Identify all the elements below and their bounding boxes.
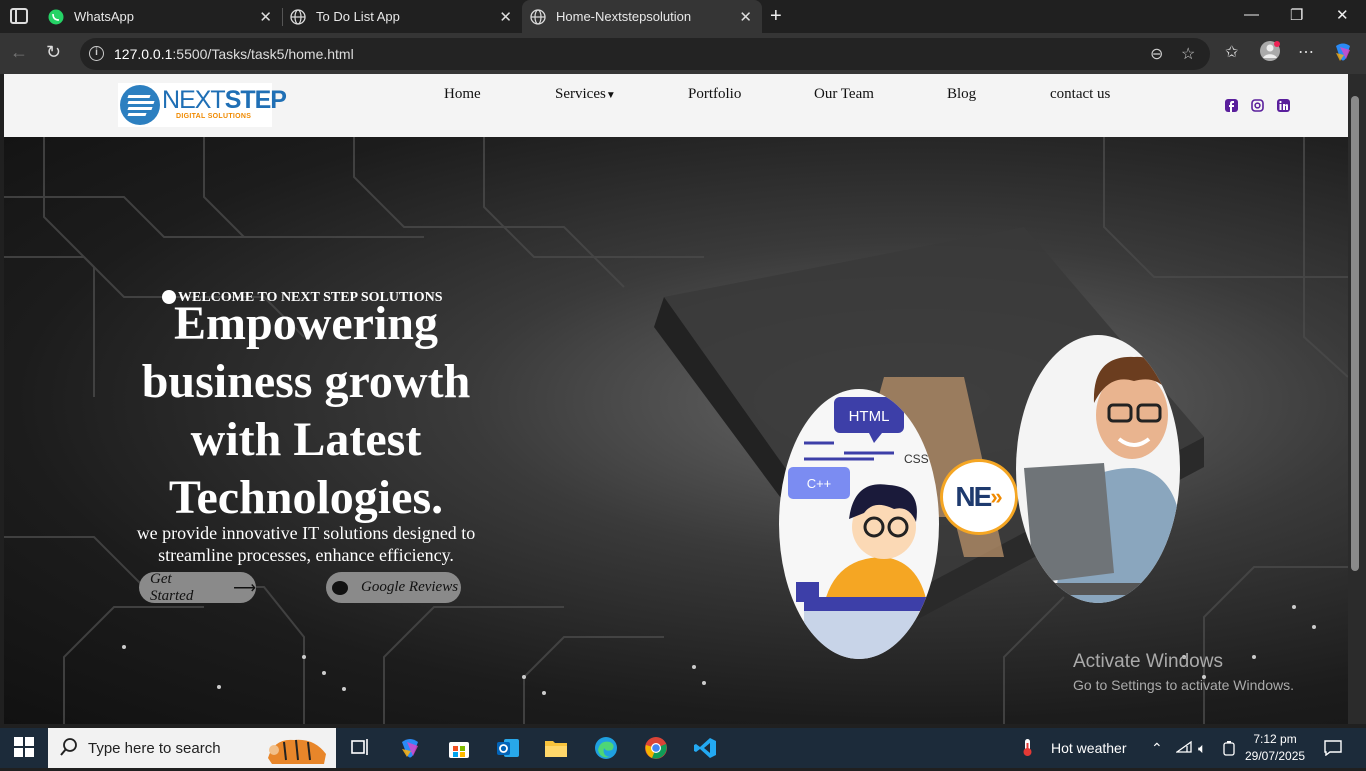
nav-contact-us[interactable]: contact us	[1050, 86, 1110, 103]
nav-blog[interactable]: Blog	[947, 86, 976, 103]
hero-headline: Empowering business growth with Latest T…	[141, 297, 471, 524]
close-icon[interactable]: ✕	[499, 8, 512, 26]
new-tab-button[interactable]: +	[770, 5, 782, 28]
search-icon	[60, 738, 78, 761]
taskbar: Type here to search Hot weather ⌃ 🔈︎ 7:1…	[0, 728, 1366, 768]
back-button[interactable]: ←	[10, 42, 28, 63]
css-label: CSS	[904, 452, 929, 466]
web-page: NEXTSTEP DIGITAL SOLUTIONS Home Services…	[4, 74, 1348, 724]
site-logo[interactable]: NEXTSTEP DIGITAL SOLUTIONS	[118, 83, 287, 127]
url-text: 127.0.0.1:5500/Tasks/task5/home.html	[114, 46, 354, 62]
microsoft-store-icon[interactable]	[447, 736, 471, 760]
outlook-icon[interactable]	[496, 736, 520, 760]
task-view-icon[interactable]	[350, 736, 374, 760]
tiger-search-highlight-icon	[264, 730, 330, 771]
arrow-right-icon: ⟶	[233, 579, 256, 597]
man-with-laptop-illustration	[1016, 335, 1180, 603]
site-info-icon[interactable]: i	[89, 46, 104, 61]
scrollbar-thumb[interactable]	[1351, 96, 1359, 571]
tab-title: To Do List App	[316, 9, 400, 24]
nav-portfolio[interactable]: Portfolio	[688, 86, 741, 103]
restore-button[interactable]: ❐	[1290, 6, 1303, 24]
battery-icon[interactable]	[1223, 740, 1235, 759]
weather-thermometer-icon[interactable]	[1018, 737, 1038, 760]
developer-illustration: HTML CSS C++	[779, 389, 939, 659]
caret-down-icon: ▼	[605, 90, 616, 101]
linkedin-icon[interactable]	[1277, 99, 1290, 112]
favorites-icon[interactable]: ✩	[1225, 42, 1238, 62]
hero-section: WELCOME TO NEXT STEP SOLUTIONS Empowerin…	[4, 137, 1348, 724]
weather-text[interactable]: Hot weather	[1051, 740, 1126, 756]
address-toolbar: ← ↻ i 127.0.0.1:5500/Tasks/task5/home.ht…	[0, 33, 1366, 74]
site-navbar: NEXTSTEP DIGITAL SOLUTIONS Home Services…	[4, 74, 1348, 137]
copilot-taskbar-icon[interactable]	[398, 736, 422, 760]
whatsapp-icon	[48, 9, 64, 25]
hero-subtext: we provide innovative IT solutions desig…	[136, 523, 476, 565]
page-scrollbar[interactable]	[1348, 74, 1366, 724]
profile-avatar[interactable]	[1259, 40, 1281, 67]
close-icon[interactable]: ✕	[739, 8, 752, 26]
minimize-button[interactable]: —	[1244, 6, 1259, 23]
logo-mark-icon	[120, 85, 160, 125]
vscode-icon[interactable]	[693, 736, 717, 760]
get-started-button[interactable]: Get Started ⟶	[139, 571, 256, 604]
nav-our-team[interactable]: Our Team	[814, 86, 874, 103]
facebook-icon[interactable]	[1225, 99, 1238, 112]
chrome-icon[interactable]	[644, 736, 668, 760]
more-menu-icon[interactable]: ⋯	[1298, 42, 1314, 62]
html-label: HTML	[849, 408, 890, 425]
tab-bar: WhatsApp ✕ To Do List App ✕ Home-Nextste…	[0, 0, 1366, 33]
favorite-star-icon[interactable]: ☆	[1181, 44, 1195, 64]
tab-title: WhatsApp	[74, 9, 134, 24]
logo-subtitle: DIGITAL SOLUTIONS	[176, 113, 252, 120]
edge-icon[interactable]	[594, 736, 618, 760]
double-arrow-icon: »	[990, 484, 1003, 509]
tab-home-nextstep[interactable]: Home-Nextstepsolution ✕	[522, 0, 762, 33]
tab-whatsapp[interactable]: WhatsApp ✕	[40, 0, 282, 33]
taskbar-search-box[interactable]: Type here to search	[48, 728, 336, 768]
tab-todo[interactable]: To Do List App ✕	[282, 0, 522, 33]
notifications-icon[interactable]	[1324, 740, 1342, 759]
close-icon[interactable]: ✕	[259, 8, 272, 26]
refresh-button[interactable]: ↻	[46, 42, 61, 63]
zoom-icon[interactable]: ⊖	[1150, 44, 1163, 64]
tab-title: Home-Nextstepsolution	[556, 9, 692, 24]
google-reviews-button[interactable]: Google Reviews	[326, 572, 461, 603]
tab-actions-icon[interactable]	[10, 8, 28, 24]
instagram-icon[interactable]	[1251, 99, 1264, 112]
globe-icon	[530, 8, 546, 25]
globe-icon	[290, 8, 306, 25]
ne-badge-logo: NE »	[940, 459, 1018, 535]
copilot-icon[interactable]	[1332, 41, 1354, 68]
activate-windows-watermark: Activate Windows Go to Settings to activ…	[1073, 651, 1294, 693]
nav-home[interactable]: Home	[444, 86, 481, 103]
logo-text: NEXTSTEP	[162, 86, 287, 114]
volume-icon[interactable]: 🔈︎	[1198, 740, 1206, 757]
network-icon[interactable]	[1174, 740, 1192, 757]
chat-bubble-icon	[332, 580, 348, 595]
address-bar[interactable]: i 127.0.0.1:5500/Tasks/task5/home.html ⊖…	[80, 38, 1210, 70]
windows-start-icon[interactable]	[13, 736, 37, 760]
chevron-up-icon[interactable]: ⌃	[1151, 740, 1163, 757]
system-clock[interactable]: 7:12 pm 29/07/2025	[1245, 731, 1305, 765]
file-explorer-icon[interactable]	[544, 736, 568, 760]
cpp-label: C++	[807, 476, 832, 491]
close-window-button[interactable]: ✕	[1336, 6, 1349, 24]
nav-services[interactable]: Services▼	[555, 86, 616, 103]
